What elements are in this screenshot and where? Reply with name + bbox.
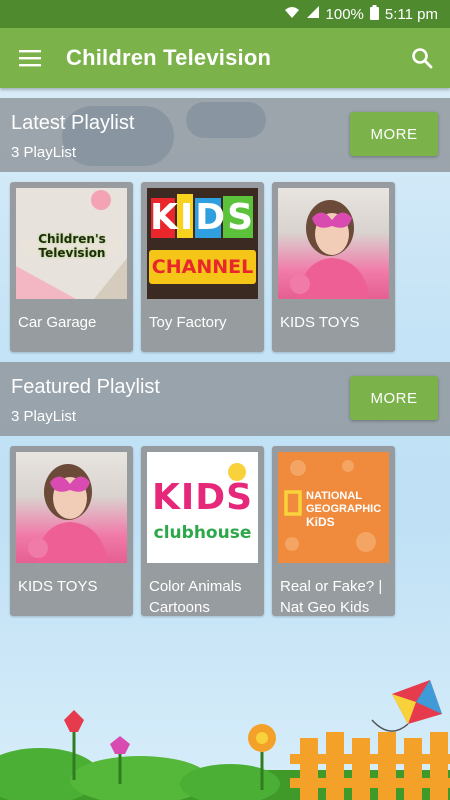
thumb-text: clubhouse (153, 523, 252, 543)
app-bar: Children Television (0, 28, 450, 88)
playlist-card-toy-factory[interactable]: KIDS CHANNEL Toy Factory (141, 182, 264, 352)
section-count: 3 PlayList (11, 144, 77, 161)
card-title: KIDS TOYS (18, 578, 98, 595)
card-title: Toy Factory (149, 314, 227, 331)
playlist-card-kids-toys[interactable]: KIDS TOYS (272, 182, 395, 352)
playlist-card-nat-geo[interactable]: NATIONAL GEOGRAPHIC KiDS Real or Fake? |… (272, 446, 395, 616)
signal-icon (306, 5, 320, 23)
thumb-text: KIDS (151, 477, 254, 518)
thumbnail-girl-photo (278, 188, 389, 299)
thumbnail-girl-photo (16, 452, 127, 563)
status-bar: 100% 5:11 pm (0, 0, 450, 28)
thumbnail-children-television: Children's Television (16, 188, 127, 299)
battery-percent: 100% (325, 5, 364, 23)
featured-playlist-header: Featured Playlist 3 PlayList MORE (0, 362, 450, 436)
section-title: Featured Playlist (11, 376, 160, 398)
page-title: Children Television (66, 45, 272, 70)
card-title: Real or Fake? | Nat Geo Kids (280, 578, 383, 616)
thumb-text: Children's (38, 232, 106, 246)
search-icon[interactable] (394, 28, 450, 88)
playlist-card-color-animals[interactable]: KIDS clubhouse Color Animals Cartoons (141, 446, 264, 616)
thumb-text: CHANNEL (151, 256, 254, 278)
status-time: 5:11 pm (384, 5, 438, 23)
thumbnail-kids-clubhouse: KIDS clubhouse (147, 452, 258, 563)
card-title: Color Animals Cartoons (149, 578, 242, 616)
latest-more-button[interactable]: MORE (350, 112, 438, 156)
playlist-card-kids-toys[interactable]: KIDS TOYS (10, 446, 133, 616)
thumb-text: Television (38, 246, 106, 260)
hamburger-menu-icon[interactable] (0, 28, 60, 88)
section-count: 3 PlayList (11, 408, 77, 425)
battery-icon (369, 4, 379, 24)
card-title: KIDS TOYS (280, 314, 360, 331)
card-title: Car Garage (18, 314, 97, 331)
thumb-text: NATIONAL (306, 490, 363, 502)
latest-playlist-list: Children's Television Car Garage KIDS CH… (10, 182, 395, 352)
section-title: Latest Playlist (11, 112, 135, 134)
thumbnail-kids-channel: KIDS CHANNEL (147, 188, 258, 299)
featured-playlist-list: KIDS TOYS KIDS clubhouse Color Animals C… (10, 446, 395, 616)
thumbnail-nat-geo-kids: NATIONAL GEOGRAPHIC KiDS (278, 452, 389, 563)
featured-more-button[interactable]: MORE (350, 376, 438, 420)
thumb-text: KIDS (147, 478, 258, 518)
garden-decoration (0, 680, 450, 800)
thumb-text: KiDS (306, 515, 335, 529)
thumb-text: KIDS (149, 197, 256, 238)
latest-playlist-header: Latest Playlist 3 PlayList MORE (0, 98, 450, 172)
wifi-icon (284, 5, 300, 23)
playlist-card-car-garage[interactable]: Children's Television Car Garage (10, 182, 133, 352)
